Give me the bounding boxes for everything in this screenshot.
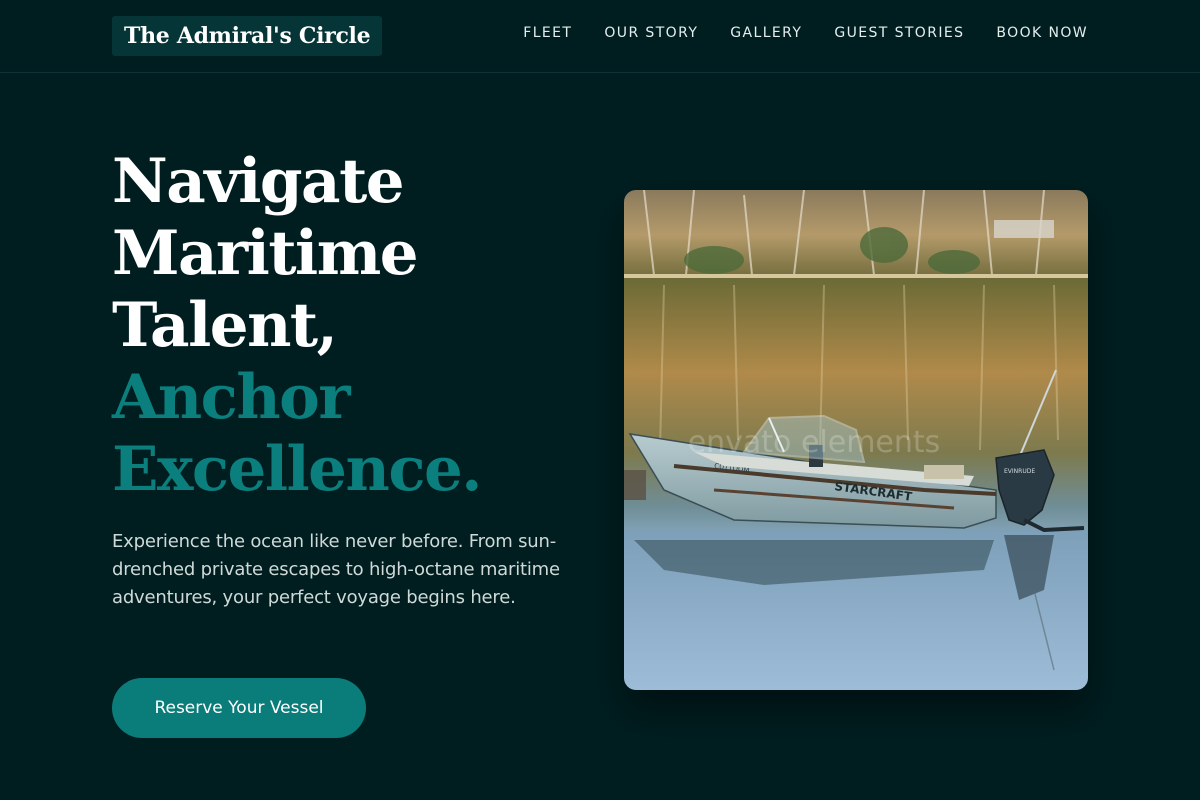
reserve-vessel-button[interactable]: Reserve Your Vessel: [112, 678, 366, 738]
nav-gallery[interactable]: GALLERY: [730, 25, 802, 41]
hero-boat-photo: STARCRAFT CUTTOOM EVINRUDE envato elemen…: [624, 190, 1088, 690]
hero-title-accent-line: Excellence.: [112, 434, 483, 505]
hero-title: Navigate Maritime Talent, Anchor Excelle…: [112, 146, 592, 506]
motor-label: EVINRUDE: [1004, 468, 1035, 475]
hero-title-accent-line: Anchor: [112, 362, 351, 433]
site-header: The Admiral's Circle FLEET OUR STORY GAL…: [0, 0, 1200, 73]
nav-our-story[interactable]: OUR STORY: [604, 25, 698, 41]
nav-book-now[interactable]: BOOK NOW: [996, 25, 1088, 41]
main-nav: FLEET OUR STORY GALLERY GUEST STORIES BO…: [523, 25, 1088, 41]
hero-title-line: Maritime: [112, 218, 419, 289]
nav-guest-stories[interactable]: GUEST STORIES: [834, 25, 964, 41]
nav-fleet[interactable]: FLEET: [523, 25, 572, 41]
site-logo[interactable]: The Admiral's Circle: [112, 16, 383, 56]
hero-subtitle: Experience the ocean like never before. …: [112, 531, 560, 608]
hero-title-line: Navigate: [112, 146, 405, 217]
hero-title-line: Talent,: [112, 290, 338, 361]
photo-watermark: envato elements: [688, 425, 941, 460]
